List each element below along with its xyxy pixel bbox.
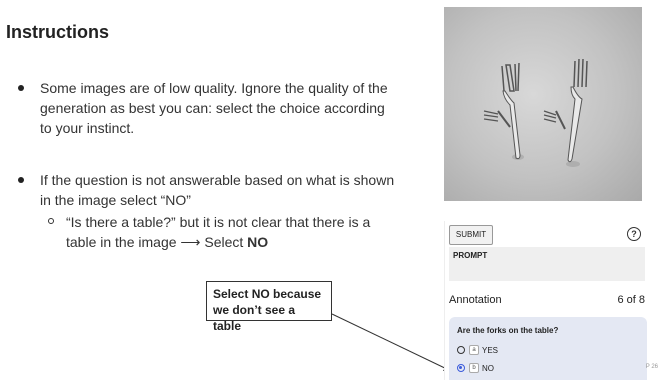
- option-yes[interactable]: a YES: [457, 344, 498, 356]
- page-number: P 26: [645, 364, 658, 370]
- bullet-2: If the question is not answerable based …: [18, 170, 398, 210]
- sub-bullet-emphasis: NO: [247, 234, 269, 250]
- slide-title: Instructions: [6, 22, 110, 42]
- instruction-list: Some images are of low quality. Ignore t…: [18, 78, 398, 252]
- question-text: Are the forks on the table?: [457, 326, 559, 335]
- radio-checked-icon[interactable]: [457, 364, 465, 372]
- prompt-box: PROMPT: [449, 247, 645, 281]
- option-label: YES: [482, 345, 499, 355]
- bullet-1-text: Some images are of low quality. Ignore t…: [40, 80, 388, 136]
- bullet-2-text: If the question is not answerable based …: [40, 172, 395, 208]
- forks-image: [444, 7, 642, 201]
- annotation-count: 6 of 8: [617, 294, 645, 306]
- help-icon[interactable]: ?: [627, 227, 641, 241]
- annotation-panel: SUBMIT ? PROMPT Annotation 6 of 8 Are th…: [444, 221, 651, 380]
- radio-unchecked-icon[interactable]: [457, 346, 465, 354]
- annotation-label: Annotation: [449, 294, 502, 306]
- forks-illustration: [483, 58, 588, 167]
- option-key: a: [469, 345, 479, 355]
- sub-bullet: “Is there a table?” but it is not clear …: [18, 212, 398, 252]
- question-card: Are the forks on the table? a YES b NO: [449, 317, 647, 380]
- submit-button[interactable]: SUBMIT: [449, 225, 493, 245]
- sub-bullet-text: “Is there a table?” but it is not clear …: [66, 214, 371, 250]
- bullet-dot: [18, 177, 24, 183]
- bullet-1: Some images are of low quality. Ignore t…: [18, 78, 398, 138]
- option-no[interactable]: b NO: [457, 362, 494, 374]
- bullet-dot: [18, 85, 24, 91]
- callout-box: Select NO because we don’t see a table: [206, 281, 332, 333]
- sub-bullet-marker: [48, 218, 54, 224]
- option-key: b: [469, 363, 479, 373]
- prompt-label: PROMPT: [453, 251, 488, 260]
- option-label: NO: [482, 363, 494, 373]
